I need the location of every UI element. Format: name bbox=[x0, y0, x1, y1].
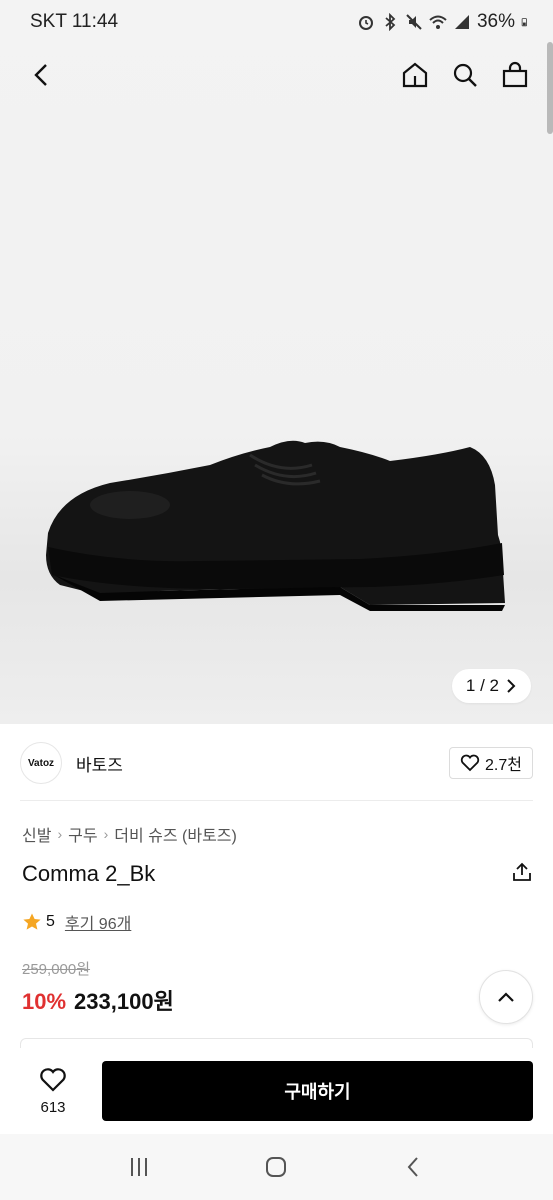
battery-text: 36% bbox=[476, 11, 515, 32]
breadcrumb: 신발 › 구두 › 더비 슈즈 (바토즈) bbox=[22, 822, 237, 846]
product-title: Comma 2_Bk bbox=[22, 861, 156, 886]
cart-button[interactable] bbox=[499, 59, 531, 91]
recent-apps-icon[interactable] bbox=[126, 1154, 152, 1180]
share-button[interactable] bbox=[511, 861, 533, 888]
chevron-right-icon bbox=[507, 679, 516, 693]
brand-logo-text: Vatoz bbox=[27, 757, 55, 769]
title-row: Comma 2_Bk bbox=[22, 858, 533, 890]
back-nav-icon[interactable] bbox=[401, 1154, 427, 1180]
home-button[interactable] bbox=[399, 59, 431, 91]
bag-icon bbox=[502, 61, 528, 88]
brand-like-count: 2.7천 bbox=[485, 757, 522, 774]
chevron-up-icon bbox=[498, 992, 514, 1002]
app-bar bbox=[0, 44, 553, 106]
divider bbox=[20, 800, 533, 801]
wish-count: 613 bbox=[40, 1098, 66, 1116]
sale-price: 233,100원 bbox=[74, 989, 174, 1014]
brand-name: 바토즈 bbox=[76, 755, 123, 775]
pager-text: 1 / 2 bbox=[465, 676, 499, 695]
scroll-indicator bbox=[547, 42, 553, 134]
share-icon bbox=[513, 862, 531, 881]
status-bar: SKT 11:44 36% bbox=[0, 0, 553, 44]
breadcrumb-separator: › bbox=[57, 826, 63, 842]
original-price: 259,000원 bbox=[22, 961, 91, 978]
breadcrumb-item[interactable]: 신발 bbox=[22, 822, 51, 846]
brand-logo: Vatoz bbox=[20, 742, 62, 784]
buy-button[interactable]: 구매하기 bbox=[102, 1061, 533, 1121]
mute-icon bbox=[406, 14, 422, 30]
brand-link[interactable]: Vatoz 바토즈 bbox=[20, 742, 123, 784]
discount-rate: 10% bbox=[22, 989, 67, 1014]
price-row: 10% 233,100원 bbox=[22, 984, 174, 1016]
breadcrumb-separator: › bbox=[103, 826, 109, 842]
heart-outline-icon bbox=[460, 754, 480, 772]
star-icon bbox=[23, 913, 41, 930]
search-button[interactable] bbox=[449, 59, 481, 91]
wish-button[interactable]: 613 bbox=[22, 1067, 84, 1116]
carrier-time: SKT 11:44 bbox=[30, 11, 119, 32]
rating-value: 5 bbox=[46, 913, 55, 930]
brand-row: Vatoz 바토즈 2.7천 bbox=[20, 738, 533, 788]
product-image-gallery[interactable]: 1 / 2 bbox=[0, 0, 553, 724]
alarm-icon bbox=[358, 16, 373, 30]
battery-icon bbox=[521, 18, 527, 27]
rating-row: 5 후기 96개 bbox=[22, 910, 131, 934]
product-image bbox=[46, 440, 505, 611]
back-icon bbox=[34, 64, 47, 86]
system-nav-bar bbox=[0, 1134, 553, 1200]
review-link[interactable]: 후기 96개 bbox=[65, 910, 131, 934]
heart-outline-icon bbox=[40, 1067, 66, 1092]
scroll-top-button[interactable] bbox=[479, 970, 533, 1024]
bluetooth-icon bbox=[385, 13, 396, 31]
gallery-pager[interactable]: 1 / 2 bbox=[451, 669, 531, 703]
breadcrumb-item[interactable]: 구두 bbox=[68, 822, 97, 846]
search-icon bbox=[453, 63, 477, 87]
purchase-bar: 613 구매하기 bbox=[0, 1048, 553, 1134]
back-button[interactable] bbox=[26, 59, 58, 91]
signal-icon bbox=[454, 15, 469, 29]
brand-like-button[interactable]: 2.7천 bbox=[449, 747, 533, 779]
wifi-icon bbox=[429, 15, 447, 29]
home-icon bbox=[402, 62, 428, 88]
home-nav-icon[interactable] bbox=[263, 1154, 289, 1180]
breadcrumb-item[interactable]: 더비 슈즈 (바토즈) bbox=[114, 822, 237, 846]
